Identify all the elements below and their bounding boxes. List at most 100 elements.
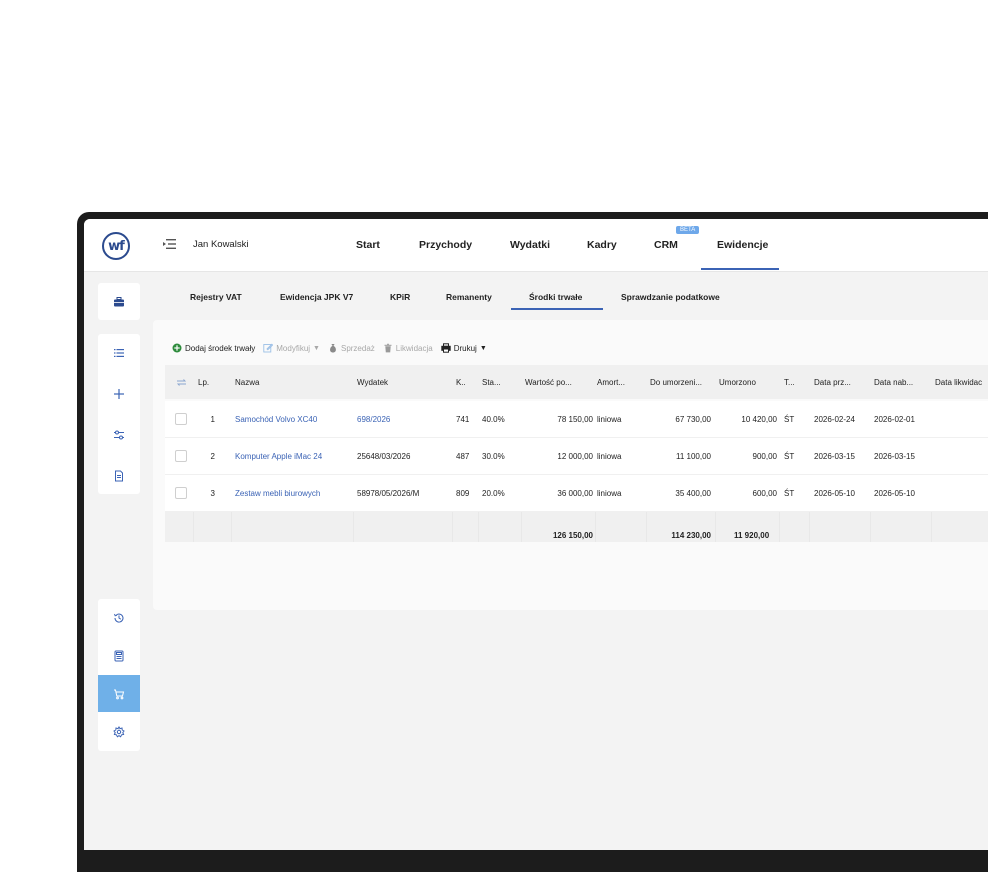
toolbar: Dodaj środek trwały Modyfikuj ▼ Sprzedaż… [172,341,495,355]
modify-button[interactable]: Modyfikuj ▼ [263,343,320,353]
cell-wydatek[interactable]: 25648/03/2026 [357,438,452,474]
sidebar-item-filters[interactable] [98,416,140,453]
subnav-rejestry-vat[interactable]: Rejestry VAT [190,292,242,302]
column-divider [931,512,932,542]
nav-przychody[interactable]: Przychody [419,239,472,251]
col-header-nazwa[interactable]: Nazwa [235,365,350,399]
row-checkbox[interactable] [175,450,187,462]
nav-wydatki[interactable]: Wydatki [510,239,550,251]
nav-start[interactable]: Start [356,239,380,251]
modify-label: Modyfikuj [276,343,311,353]
top-bar: wf Jan Kowalski Start Przychody Wydatki … [84,219,988,272]
sidebar-group-main [98,283,140,320]
cell-wydatek[interactable]: 698/2026 [357,401,452,437]
col-header-lp[interactable]: Lp. [198,365,228,399]
table-row[interactable]: 1 Samochód Volvo XC40 698/2026 741 40.0%… [165,401,988,438]
subnav-srodki-trwale[interactable]: Środki trwałe [529,292,582,302]
calculator-icon [114,650,124,661]
col-header-umorzono[interactable]: Umorzono [719,365,777,399]
column-divider [452,512,453,542]
briefcase-icon [114,296,124,306]
sidebar-item-briefcase[interactable] [98,283,140,320]
sidebar-item-settings[interactable] [98,713,140,750]
beta-badge: BETA [676,226,700,234]
sidebar-item-documents[interactable] [98,457,140,494]
print-button[interactable]: Drukuj ▼ [440,343,487,353]
sidebar-item-add[interactable] [98,375,140,412]
cell-umorzono: 10 420,00 [741,414,777,424]
subnav-active-indicator [511,308,603,310]
subnav-sprawdzanie-podatkowe[interactable]: Sprawdzanie podatkowe [621,292,720,302]
cell-nazwa[interactable]: Samochód Volvo XC40 [235,401,353,437]
cell-data-likwidacji [935,438,988,474]
nav-active-indicator [701,268,779,270]
add-asset-button[interactable]: Dodaj środek trwały [172,343,255,353]
table-row[interactable]: 2 Komputer Apple iMac 24 25648/03/2026 4… [165,438,988,475]
col-header-wartosc[interactable]: Wartość po... [525,365,595,399]
cell-konto: 809 [456,488,470,498]
chevron-down-icon: ▼ [313,344,320,352]
cell-stawka: 20.0% [482,488,505,498]
cell-data-nabycia: 2026-03-15 [874,451,915,461]
cell-typ: ŚT [784,488,795,498]
menu-toggle-icon[interactable] [163,237,177,251]
total-umorzono: 11 920,00 [734,530,770,540]
chevron-down-icon: ▼ [479,344,487,352]
app-logo[interactable]: wf [102,232,130,260]
cell-data-nabycia: 2026-05-10 [874,488,915,498]
nav-crm[interactable]: CRM [654,239,678,251]
col-header-data-likwidacji[interactable]: Data likwidac [935,365,988,399]
refresh-icon[interactable] [171,365,191,399]
liquidation-button[interactable]: Likwidacja [383,343,433,353]
column-divider [193,512,194,542]
cell-nazwa[interactable]: Komputer Apple iMac 24 [235,438,353,474]
col-header-do-umorzenia[interactable]: Do umorzeni... [650,365,716,399]
sale-button[interactable]: Sprzedaż [328,343,375,353]
col-header-typ[interactable]: T... [784,365,804,399]
list-icon [114,348,124,357]
row-checkbox[interactable] [175,487,187,499]
col-header-data-nabycia[interactable]: Data nab... [874,365,929,399]
total-do-umorzenia: 114 230,00 [671,530,711,540]
subnav-kpir[interactable]: KPiR [390,292,410,302]
trash-icon [384,343,392,353]
cell-konto: 741 [456,414,470,424]
col-header-data-przyjecia[interactable]: Data prz... [814,365,869,399]
user-name[interactable]: Jan Kowalski [193,239,248,250]
cell-do-umorzenia: 35 400,00 [675,488,711,498]
col-header-stawka[interactable]: Sta... [482,365,520,399]
plus-icon [114,388,124,399]
col-header-amortyzacja[interactable]: Amort... [597,365,645,399]
column-divider [353,512,354,542]
col-header-wydatek[interactable]: Wydatek [357,365,447,399]
subnav-ewidencja-jpk[interactable]: Ewidencja JPK V7 [280,292,353,302]
cell-lp: 1 [210,414,215,424]
sale-label: Sprzedaż [340,343,375,353]
sidebar-item-calculator[interactable] [98,637,140,674]
subnav-remanenty[interactable]: Remanenty [446,292,492,302]
row-checkbox[interactable] [175,413,187,425]
col-header-konto[interactable]: K.. [456,365,476,399]
table-row[interactable]: 3 Zestaw mebli biurowych 58978/05/2026/M… [165,475,988,512]
nav-kadry[interactable]: Kadry [587,239,617,251]
cell-amortyzacja: liniowa [597,414,622,424]
sidebar-item-history[interactable] [98,599,140,636]
sidebar-item-cart[interactable] [98,675,140,712]
column-divider [646,512,647,542]
cell-wydatek[interactable]: 58978/05/2026/M [357,475,452,511]
cell-stawka: 30.0% [482,451,505,461]
cell-nazwa[interactable]: Zestaw mebli biurowych [235,475,353,511]
document-icon [115,470,123,481]
cell-data-przyjecia: 2026-05-10 [814,488,855,498]
add-asset-label: Dodaj środek trwały [185,343,256,353]
printer-icon [440,343,451,353]
column-divider [231,512,232,542]
cell-lp: 3 [210,488,215,498]
nav-ewidencje[interactable]: Ewidencje [717,239,768,251]
cell-konto: 487 [456,451,470,461]
cell-amortyzacja: liniowa [597,451,622,461]
column-divider [809,512,810,542]
cell-data-przyjecia: 2026-02-24 [814,414,855,424]
sidebar-item-list[interactable] [98,334,140,371]
column-divider [870,512,871,542]
